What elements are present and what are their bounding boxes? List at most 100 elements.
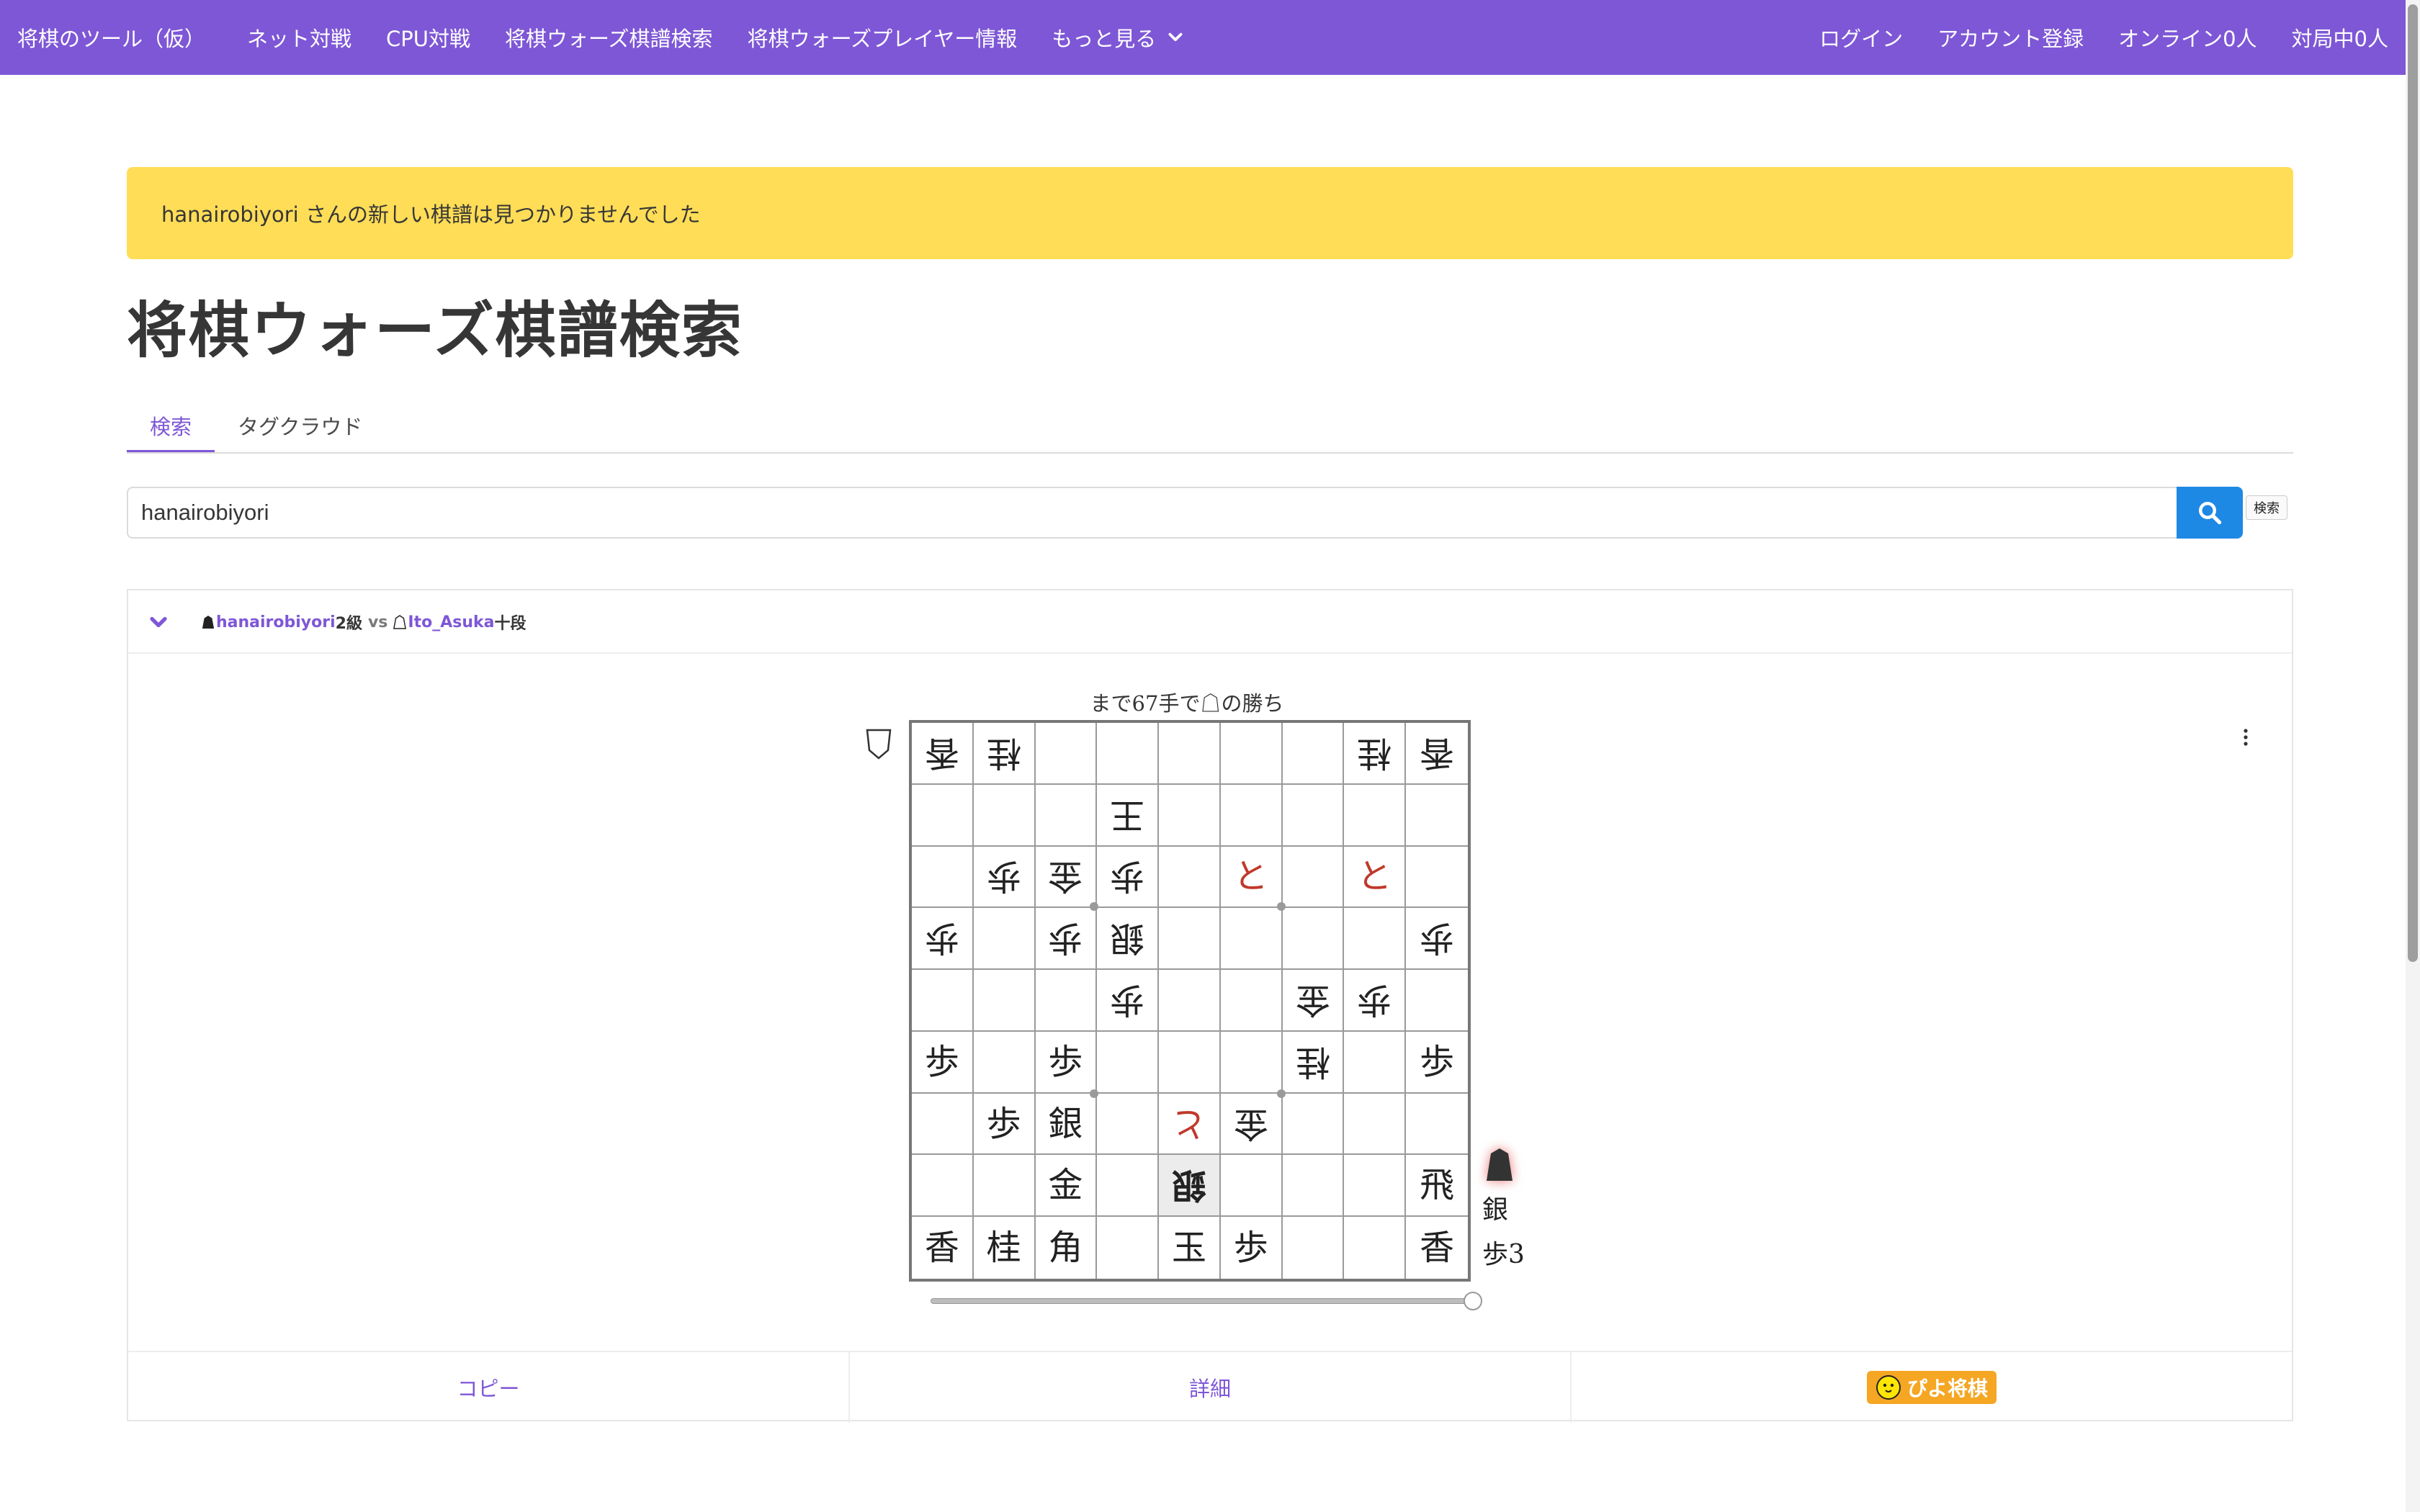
board-square[interactable]: 桂 bbox=[973, 723, 1036, 785]
nav-item-kifu-search[interactable]: 将棋ウォーズ棋譜検索 bbox=[488, 22, 730, 53]
board-square[interactable] bbox=[1159, 1031, 1221, 1094]
board-square[interactable]: 玉 bbox=[1159, 1217, 1221, 1279]
sente-piece[interactable]: 香 bbox=[1420, 1230, 1454, 1265]
sente-piece[interactable]: 歩 bbox=[1420, 1045, 1454, 1079]
nav-item-player-info[interactable]: 将棋ウォーズプレイヤー情報 bbox=[730, 22, 1035, 53]
board-square[interactable] bbox=[1220, 970, 1283, 1032]
gote-piece[interactable]: 桂 bbox=[1357, 733, 1392, 773]
gote-piece[interactable]: 香 bbox=[1420, 733, 1454, 773]
board-square[interactable]: 歩 bbox=[1221, 1217, 1283, 1279]
board-square[interactable] bbox=[1344, 784, 1407, 847]
gote-piece[interactable]: 金 bbox=[1234, 1104, 1268, 1144]
board-square[interactable]: 歩 bbox=[973, 846, 1036, 909]
board-square[interactable]: 歩 bbox=[1035, 908, 1098, 971]
board-square[interactable]: 銀 bbox=[1035, 1093, 1098, 1156]
nav-item-net-match[interactable]: ネット対戦 bbox=[230, 22, 369, 53]
gote-piece[interactable]: 銀 bbox=[1172, 1165, 1206, 1205]
sente-piece[interactable]: 金 bbox=[1048, 1168, 1083, 1202]
nav-item-cpu-match[interactable]: CPU対戦 bbox=[369, 22, 488, 53]
board-square[interactable] bbox=[1159, 970, 1221, 1032]
board-square[interactable] bbox=[1344, 1031, 1407, 1094]
board-square[interactable]: 金 bbox=[1220, 1093, 1283, 1156]
black-player-link[interactable]: hanairobiyori bbox=[216, 613, 336, 631]
board-square[interactable] bbox=[912, 846, 974, 909]
gote-piece[interactable]: 歩 bbox=[1110, 856, 1144, 896]
gote-piece[interactable]: 歩 bbox=[1110, 980, 1144, 1020]
board-square[interactable] bbox=[1282, 908, 1345, 971]
gote-piece[interactable]: 金 bbox=[1048, 856, 1083, 896]
board-square[interactable] bbox=[1406, 847, 1468, 909]
search-button[interactable] bbox=[2177, 487, 2243, 539]
sente-piece[interactable]: 飛 bbox=[1420, 1168, 1454, 1202]
board-square[interactable] bbox=[1283, 1217, 1345, 1279]
board-square[interactable] bbox=[1220, 908, 1283, 971]
board-square[interactable]: 桂 bbox=[1344, 723, 1407, 785]
gote-piece[interactable]: 歩 bbox=[987, 856, 1021, 896]
board-square[interactable] bbox=[912, 1155, 974, 1218]
board-square[interactable] bbox=[1097, 723, 1160, 785]
sente-piece[interactable]: 香 bbox=[925, 1230, 959, 1265]
board-square[interactable] bbox=[912, 784, 974, 847]
board-square[interactable]: 銀 bbox=[1159, 1155, 1221, 1218]
gote-piece[interactable]: 歩 bbox=[1048, 918, 1083, 958]
gote-piece[interactable]: 金 bbox=[1296, 980, 1330, 1020]
board-square[interactable] bbox=[1344, 1155, 1407, 1218]
board-square[interactable]: 香 bbox=[1406, 1217, 1468, 1279]
board-square[interactable]: 歩 bbox=[912, 908, 974, 971]
nav-login[interactable]: ログイン bbox=[1802, 22, 1920, 53]
gote-piece[interactable]: 歩 bbox=[925, 918, 959, 958]
sente-piece[interactable]: と bbox=[1234, 859, 1268, 894]
gote-piece[interactable]: 香 bbox=[925, 733, 959, 773]
board-square[interactable]: 飛 bbox=[1406, 1155, 1468, 1218]
gote-piece[interactable]: と bbox=[1172, 1104, 1206, 1144]
board-square[interactable] bbox=[1097, 1217, 1160, 1279]
board-square[interactable]: 金 bbox=[1035, 1155, 1098, 1218]
board-square[interactable] bbox=[1220, 1155, 1283, 1218]
board-square[interactable]: 歩 bbox=[1406, 908, 1468, 971]
board-square[interactable] bbox=[1344, 1093, 1407, 1156]
nav-signup[interactable]: アカウント登録 bbox=[1920, 22, 2101, 53]
board-square[interactable]: 王 bbox=[1097, 784, 1160, 847]
gote-piece[interactable]: 桂 bbox=[987, 733, 1021, 773]
board-square[interactable] bbox=[973, 908, 1036, 971]
board-square[interactable] bbox=[1282, 784, 1345, 847]
board-square[interactable] bbox=[1097, 1093, 1160, 1156]
sente-piece[interactable]: と bbox=[1357, 859, 1392, 894]
white-player-link[interactable]: Ito_Asuka bbox=[408, 613, 494, 631]
board-square[interactable] bbox=[973, 970, 1036, 1032]
board-square[interactable]: 歩 bbox=[1406, 1032, 1468, 1094]
board-square[interactable] bbox=[1220, 723, 1283, 785]
board-square[interactable] bbox=[1344, 908, 1407, 971]
board-square[interactable]: 香 bbox=[1406, 723, 1468, 785]
copy-button[interactable]: コピー bbox=[128, 1352, 850, 1423]
sente-piece[interactable]: 歩 bbox=[1048, 1045, 1083, 1079]
sente-piece[interactable]: 角 bbox=[1048, 1230, 1083, 1265]
more-vertical-icon[interactable] bbox=[2238, 727, 2253, 747]
board-square[interactable] bbox=[1097, 1031, 1160, 1094]
shogi-board[interactable]: 香桂桂香王歩金歩とと歩歩銀歩歩金歩歩歩桂歩歩銀と金金銀飛香桂角玉歩香 bbox=[909, 720, 1471, 1282]
tab-search[interactable]: 検索 bbox=[127, 400, 215, 452]
board-square[interactable]: 金 bbox=[1282, 970, 1345, 1032]
scrollbar-thumb[interactable] bbox=[2408, 4, 2418, 962]
gote-piece[interactable]: 歩 bbox=[1357, 980, 1392, 1020]
piyo-shogi-button[interactable]: ぴよ将棋 bbox=[1572, 1352, 2292, 1423]
board-square[interactable]: 香 bbox=[912, 1217, 974, 1279]
sente-piece[interactable]: 歩 bbox=[987, 1107, 1021, 1141]
board-square[interactable] bbox=[973, 1031, 1036, 1094]
board-square[interactable]: と bbox=[1159, 1093, 1221, 1156]
sente-piece[interactable]: 歩 bbox=[1234, 1230, 1268, 1265]
game-card-header[interactable]: hanairobiyori 2級 vs Ito_Asuka 十段 bbox=[128, 590, 2292, 654]
detail-button[interactable]: 詳細 bbox=[850, 1352, 1572, 1423]
board-square[interactable]: 香 bbox=[912, 723, 974, 785]
board-square[interactable]: 歩 bbox=[1344, 970, 1407, 1032]
gote-piece[interactable]: 銀 bbox=[1110, 918, 1144, 958]
board-square[interactable] bbox=[1035, 784, 1098, 847]
tab-tag-cloud[interactable]: タグクラウド bbox=[215, 400, 385, 451]
board-square[interactable] bbox=[912, 1093, 974, 1156]
board-square[interactable]: 歩 bbox=[912, 1031, 974, 1094]
navbar-brand[interactable]: 将棋のツール（仮） bbox=[0, 22, 230, 53]
search-input[interactable] bbox=[127, 487, 2177, 539]
sente-piece[interactable]: 桂 bbox=[987, 1230, 1021, 1265]
board-square[interactable] bbox=[912, 970, 974, 1032]
board-square[interactable] bbox=[1282, 723, 1345, 785]
